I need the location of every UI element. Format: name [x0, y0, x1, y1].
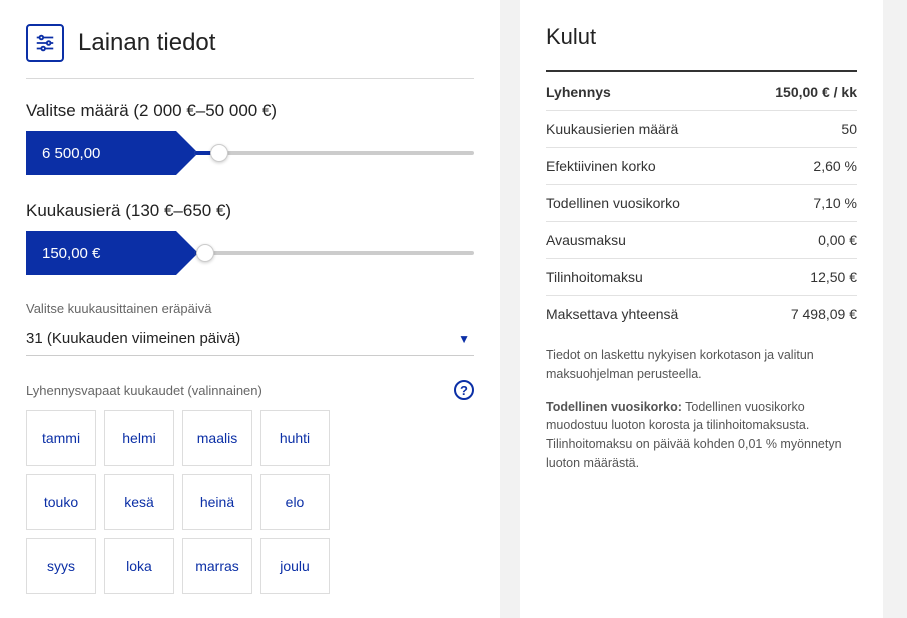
- cost-row: Efektiivinen korko2,60 %: [546, 147, 857, 184]
- duedate-label: Valitse kuukausittainen eräpäivä: [26, 301, 474, 316]
- month-tammi[interactable]: tammi: [26, 410, 96, 466]
- costs-footnote-2: Todellinen vuosikorko: Todellinen vuosik…: [546, 398, 857, 473]
- cost-row: Kuukausierien määrä50: [546, 110, 857, 147]
- amount-label: Valitse määrä (2 000 €–50 000 €): [26, 101, 474, 121]
- amount-slider-thumb[interactable]: [210, 144, 228, 162]
- cost-row: Avausmaksu0,00 €: [546, 221, 857, 258]
- cost-row: Tilinhoitomaksu12,50 €: [546, 258, 857, 295]
- chevron-down-icon: ▼: [458, 332, 470, 346]
- month-elo[interactable]: elo: [260, 474, 330, 530]
- month-touko[interactable]: touko: [26, 474, 96, 530]
- cost-row: Lyhennys150,00 € / kk: [546, 70, 857, 110]
- month-marras[interactable]: marras: [182, 538, 252, 594]
- month-joulu[interactable]: joulu: [260, 538, 330, 594]
- month-maalis[interactable]: maalis: [182, 410, 252, 466]
- cost-row: Maksettava yhteensä7 498,09 €: [546, 295, 857, 332]
- month-syys[interactable]: syys: [26, 538, 96, 594]
- page-title: Lainan tiedot: [78, 29, 215, 57]
- help-icon[interactable]: ?: [454, 380, 474, 400]
- monthly-input[interactable]: 150,00 €: [26, 231, 176, 275]
- costs-title: Kulut: [546, 24, 857, 50]
- freemonths-label: Lyhennysvapaat kuukaudet (valinnainen): [26, 383, 262, 398]
- amount-input[interactable]: 6 500,00: [26, 131, 176, 175]
- months-grid: tammihelmimaalishuhti toukokesäheinäelo sy…: [26, 410, 474, 594]
- loan-details-panel: Lainan tiedot Valitse määrä (2 000 €–50 …: [0, 0, 500, 618]
- monthly-slider[interactable]: [194, 243, 474, 263]
- month-kesä[interactable]: kesä: [104, 474, 174, 530]
- month-helmi[interactable]: helmi: [104, 410, 174, 466]
- month-loka[interactable]: loka: [104, 538, 174, 594]
- month-heinä[interactable]: heinä: [182, 474, 252, 530]
- amount-slider[interactable]: [194, 143, 474, 163]
- monthly-label: Kuukausierä (130 €–650 €): [26, 201, 474, 221]
- cost-row: Todellinen vuosikorko7,10 %: [546, 184, 857, 221]
- duedate-select[interactable]: 31 (Kuukauden viimeinen päivä) ▼: [26, 322, 474, 356]
- month-huhti[interactable]: huhti: [260, 410, 330, 466]
- costs-footnote-1: Tiedot on laskettu nykyisen korkotason j…: [546, 346, 857, 384]
- sliders-icon: [26, 24, 64, 62]
- panel-header: Lainan tiedot: [26, 24, 474, 79]
- monthly-slider-thumb[interactable]: [196, 244, 214, 262]
- costs-panel: Kulut Lyhennys150,00 € / kkKuukausierien…: [520, 0, 883, 618]
